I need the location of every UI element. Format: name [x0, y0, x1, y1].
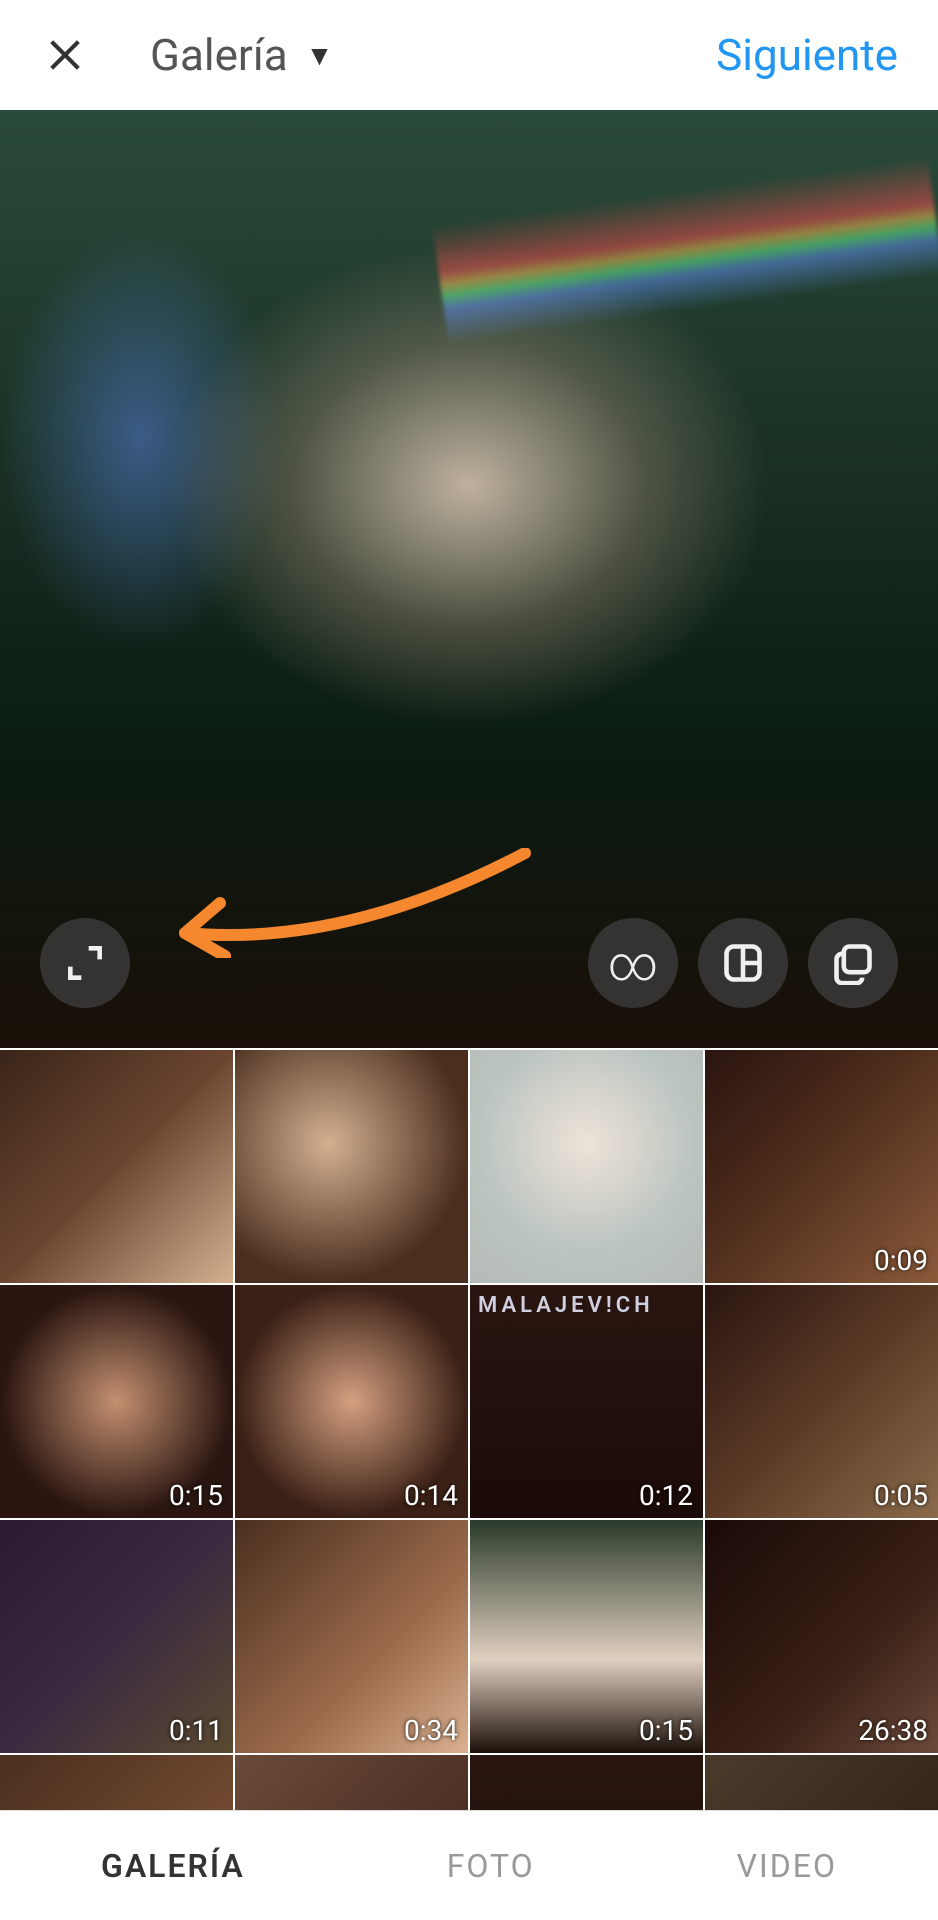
source-dropdown[interactable]: Galería ▼ [150, 29, 333, 81]
gallery-thumb[interactable]: MALAJEV!CH 0:12 [470, 1285, 703, 1518]
gallery-thumb[interactable] [705, 1755, 938, 1810]
chevron-down-icon: ▼ [306, 39, 334, 72]
gallery-grid[interactable]: 0:09 0:15 0:14 MALAJEV!CH 0:12 0:05 0:11 0:34 0:… [0, 1048, 938, 1810]
tab-photo[interactable]: FOTO [447, 1847, 535, 1885]
boomerang-button[interactable]: ∞ [588, 918, 678, 1008]
gallery-thumb[interactable]: 0:11 [0, 1520, 233, 1753]
gallery-thumb[interactable]: 26:38 [705, 1520, 938, 1753]
thumb-duration: 0:34 [404, 1714, 458, 1747]
close-button[interactable] [40, 30, 90, 80]
bottom-tabs: GALERÍA FOTO VIDEO [0, 1810, 938, 1920]
infinity-icon: ∞ [608, 935, 659, 992]
gallery-thumb[interactable] [235, 1050, 468, 1283]
thumb-image [470, 1050, 703, 1283]
layout-button[interactable] [698, 918, 788, 1008]
thumb-banner-text: MALAJEV!CH [478, 1293, 695, 1318]
gallery-thumb[interactable]: 0:05 [705, 1285, 938, 1518]
thumb-image [235, 1050, 468, 1283]
tab-gallery[interactable]: GALERÍA [101, 1847, 245, 1885]
thumb-image [470, 1755, 703, 1810]
thumb-duration: 26:38 [858, 1714, 928, 1747]
thumb-duration: 0:14 [404, 1479, 458, 1512]
tab-video[interactable]: VIDEO [737, 1847, 837, 1885]
expand-crop-button[interactable] [40, 918, 130, 1008]
source-label: Galería [150, 29, 288, 81]
next-button[interactable]: Siguiente [716, 29, 898, 81]
thumb-image [0, 1050, 233, 1283]
preview-area[interactable]: ∞ [0, 110, 938, 1048]
gallery-thumb[interactable]: 0:34 [235, 1520, 468, 1753]
thumb-duration: 0:12 [639, 1479, 693, 1512]
close-icon [45, 35, 85, 75]
thumb-image [0, 1755, 233, 1810]
thumb-duration: 0:15 [639, 1714, 693, 1747]
gallery-thumb[interactable]: 0:15 [0, 1285, 233, 1518]
header-bar: Galería ▼ Siguiente [0, 0, 938, 110]
expand-icon [63, 941, 107, 985]
gallery-thumb[interactable]: 0:15 [470, 1520, 703, 1753]
gallery-thumb[interactable] [0, 1050, 233, 1283]
gallery-thumb[interactable] [470, 1755, 703, 1810]
thumb-image [705, 1755, 938, 1810]
gallery-thumb[interactable] [235, 1755, 468, 1810]
gallery-thumb[interactable]: 0:09 [705, 1050, 938, 1283]
thumb-duration: 0:05 [874, 1479, 928, 1512]
thumb-duration: 0:15 [169, 1479, 223, 1512]
gallery-thumb[interactable] [0, 1755, 233, 1810]
thumb-duration: 0:09 [874, 1244, 928, 1277]
multi-select-icon [831, 941, 875, 985]
thumb-image [235, 1755, 468, 1810]
gallery-thumb[interactable]: 0:14 [235, 1285, 468, 1518]
grid-icon [721, 941, 765, 985]
gallery-thumb[interactable] [470, 1050, 703, 1283]
multi-select-button[interactable] [808, 918, 898, 1008]
thumb-duration: 0:11 [169, 1714, 223, 1747]
